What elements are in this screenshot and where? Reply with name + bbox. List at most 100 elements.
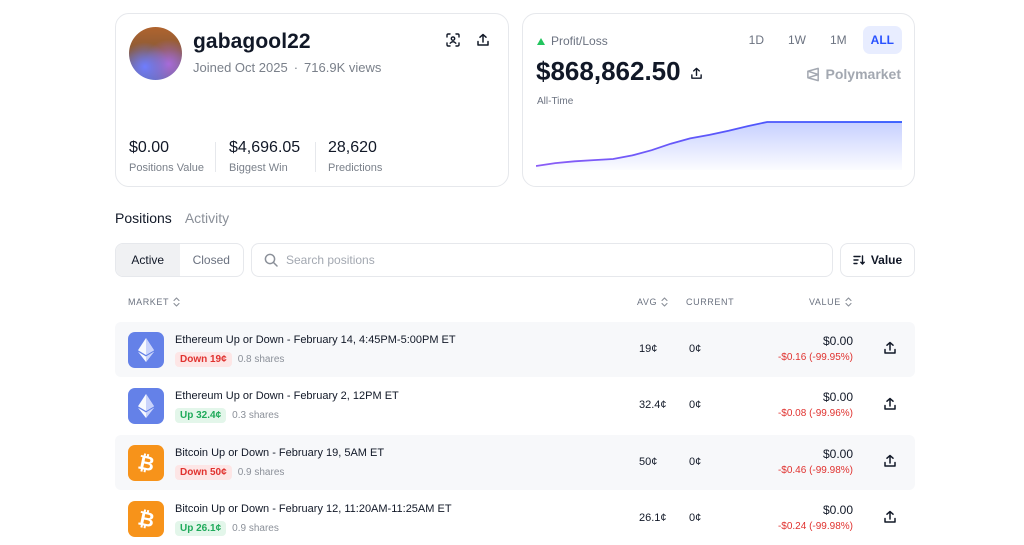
table-row[interactable]: Ethereum Up or Down - February 14, 4:45P… [115, 322, 915, 377]
brand-name: Polymarket [825, 66, 901, 82]
polymarket-logo-icon [806, 67, 819, 81]
pnl-period: All-Time [537, 96, 574, 107]
share-count: 0.9 shares [232, 523, 279, 534]
avg-price: 19¢ [639, 343, 658, 355]
stat-predictions: 28,620 Predictions [328, 139, 382, 174]
sort-arrows-icon [661, 297, 668, 307]
current-price: 0¢ [689, 343, 702, 355]
share-count: 0.9 shares [237, 467, 285, 478]
bitcoin-icon: ₿ [128, 445, 164, 481]
column-header-market[interactable]: MARKET [128, 297, 180, 307]
joined-date: Joined Oct 2025 [193, 60, 288, 75]
status-toggle: Active Closed [115, 243, 244, 277]
divider [315, 142, 316, 172]
current-price: 0¢ [689, 399, 702, 411]
column-header-value[interactable]: VALUE [809, 297, 852, 307]
column-header-current: CURRENT [686, 297, 734, 307]
avatar[interactable] [129, 27, 182, 80]
range-tab-1d[interactable]: 1D [741, 26, 772, 54]
range-tab-1m[interactable]: 1M [822, 26, 855, 54]
pnl-label-row: Profit/Loss [537, 34, 608, 48]
search-input[interactable] [286, 253, 786, 267]
stat-value: $4,696.05 [229, 139, 301, 156]
username: gabagool22 [193, 30, 311, 53]
header-label: MARKET [128, 297, 170, 307]
position-change: -$0.08 (-99.96%) [777, 408, 853, 419]
polymarket-brand: Polymarket [806, 66, 901, 82]
scan-icon[interactable] [444, 31, 462, 49]
sort-button[interactable]: Value [840, 243, 915, 277]
stat-biggest-win: $4,696.05 Biggest Win [229, 139, 300, 174]
market-title[interactable]: Bitcoin Up or Down - February 19, 5AM ET [175, 447, 384, 459]
share-icon[interactable] [474, 31, 492, 49]
position-value: $0.00 [822, 447, 853, 461]
filter-active-button[interactable]: Active [116, 244, 180, 276]
position-detail: Up 32.4¢ 0.3 shares [175, 408, 279, 423]
sort-arrows-icon [845, 297, 852, 307]
table-row[interactable]: ₿ Bitcoin Up or Down - February 19, 5AM … [115, 435, 915, 490]
range-tab-all[interactable]: ALL [862, 26, 902, 54]
share-icon[interactable] [690, 56, 703, 87]
table-row[interactable]: Ethereum Up or Down - February 2, 12PM E… [115, 378, 915, 433]
avg-price: 26.1¢ [639, 512, 667, 524]
filter-closed-button[interactable]: Closed [180, 244, 244, 276]
stat-label: Biggest Win [229, 162, 288, 174]
position-value: $0.00 [822, 503, 853, 517]
market-title[interactable]: Bitcoin Up or Down - February 12, 11:20A… [175, 503, 452, 515]
pnl-card: Profit/Loss 1D 1W 1M ALL $868,862.50 All… [522, 13, 915, 187]
current-price: 0¢ [689, 512, 702, 524]
bitcoin-icon: ₿ [128, 501, 164, 537]
divider [215, 142, 216, 172]
position-value: $0.00 [822, 334, 853, 348]
header-label: AVG [637, 297, 658, 307]
outcome-badge: Up 26.1¢ [175, 521, 227, 536]
share-icon[interactable] [883, 397, 897, 411]
tab-activity[interactable]: Activity [185, 210, 229, 226]
position-detail: Up 26.1¢ 0.9 shares [175, 521, 279, 536]
pnl-value-row: $868,862.50 [536, 56, 703, 87]
ethereum-icon [128, 332, 164, 368]
ethereum-icon [128, 388, 164, 424]
outcome-badge: Down 50¢ [175, 465, 232, 480]
range-tab-1w[interactable]: 1W [780, 26, 814, 54]
tab-positions[interactable]: Positions [115, 210, 172, 226]
pnl-label: Profit/Loss [551, 34, 608, 48]
profile-meta: Joined Oct 2025 · 716.9K views [193, 60, 381, 75]
column-header-avg[interactable]: AVG [637, 297, 668, 307]
sort-icon [853, 255, 865, 265]
avg-price: 32.4¢ [639, 399, 667, 411]
share-icon[interactable] [883, 510, 897, 524]
position-detail: Down 50¢ 0.9 shares [175, 465, 284, 480]
header-label: CURRENT [686, 297, 735, 307]
stat-value: 28,620 [328, 139, 377, 156]
position-change: -$0.46 (-99.98%) [777, 465, 853, 476]
share-icon[interactable] [883, 454, 897, 468]
up-triangle-icon [537, 37, 545, 45]
pnl-chart [536, 121, 902, 170]
outcome-badge: Up 32.4¢ [175, 408, 227, 423]
pnl-area [536, 122, 902, 170]
outcome-badge: Down 19¢ [175, 352, 232, 367]
market-title[interactable]: Ethereum Up or Down - February 2, 12PM E… [175, 390, 399, 402]
position-change: -$0.16 (-99.95%) [777, 352, 853, 363]
stat-label: Positions Value [129, 162, 205, 174]
range-tabs: 1D 1W 1M ALL [741, 26, 902, 54]
position-value: $0.00 [822, 390, 853, 404]
search-box [251, 243, 833, 277]
position-change: -$0.24 (-99.98%) [777, 521, 853, 532]
separator-dot: · [293, 60, 299, 75]
section-tabs: Positions Activity [115, 210, 229, 226]
stat-positions-value: $0.00 Positions Value [129, 139, 204, 174]
market-title[interactable]: Ethereum Up or Down - February 14, 4:45P… [175, 334, 456, 346]
table-row[interactable]: ₿ Bitcoin Up or Down - February 12, 11:2… [115, 491, 915, 545]
avg-price: 50¢ [639, 456, 658, 468]
share-count: 0.3 shares [232, 410, 279, 421]
sort-label: Value [870, 253, 903, 267]
current-price: 0¢ [689, 456, 702, 468]
stat-value: $0.00 [129, 139, 170, 156]
position-detail: Down 19¢ 0.8 shares [175, 352, 284, 367]
sort-arrows-icon [173, 297, 180, 307]
share-icon[interactable] [883, 341, 897, 355]
stat-label: Predictions [328, 162, 383, 174]
view-count: 716.9K views [304, 60, 382, 75]
